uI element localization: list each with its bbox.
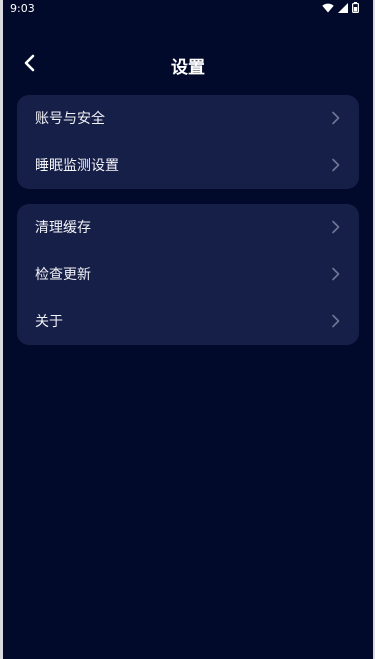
settings-item-check-update[interactable]: 检查更新 xyxy=(17,251,359,298)
status-icons xyxy=(322,2,359,13)
chevron-right-icon xyxy=(332,314,340,328)
settings-item-about[interactable]: 关于 xyxy=(17,298,359,345)
battery-icon xyxy=(352,2,359,13)
settings-group-account: 账号与安全 睡眠监测设置 xyxy=(17,95,359,189)
settings-item-label: 关于 xyxy=(35,314,63,330)
settings-item-label: 账号与安全 xyxy=(35,111,105,127)
status-bar: 9:03 xyxy=(3,0,373,16)
wifi-icon xyxy=(322,3,334,12)
settings-item-label: 检查更新 xyxy=(35,267,91,283)
settings-item-clear-cache[interactable]: 清理缓存 xyxy=(17,204,359,251)
chevron-right-icon xyxy=(332,111,340,125)
page-title: 设置 xyxy=(171,58,205,78)
settings-group-app: 清理缓存 检查更新 关于 xyxy=(17,204,359,345)
settings-item-label: 睡眠监测设置 xyxy=(35,158,119,174)
header-bar: 设置 xyxy=(3,44,373,84)
chevron-right-icon xyxy=(332,267,340,281)
chevron-right-icon xyxy=(332,220,340,234)
settings-screen: 9:03 设置 账号与安全 睡眠监测设置 清理缓存 检查更新 关于 xyxy=(3,0,373,659)
signal-icon xyxy=(338,2,348,13)
settings-item-label: 清理缓存 xyxy=(35,220,91,236)
settings-item-account-security[interactable]: 账号与安全 xyxy=(17,95,359,142)
settings-item-sleep-monitoring[interactable]: 睡眠监测设置 xyxy=(17,142,359,189)
chevron-right-icon xyxy=(332,158,340,172)
status-time: 9:03 xyxy=(10,2,35,15)
